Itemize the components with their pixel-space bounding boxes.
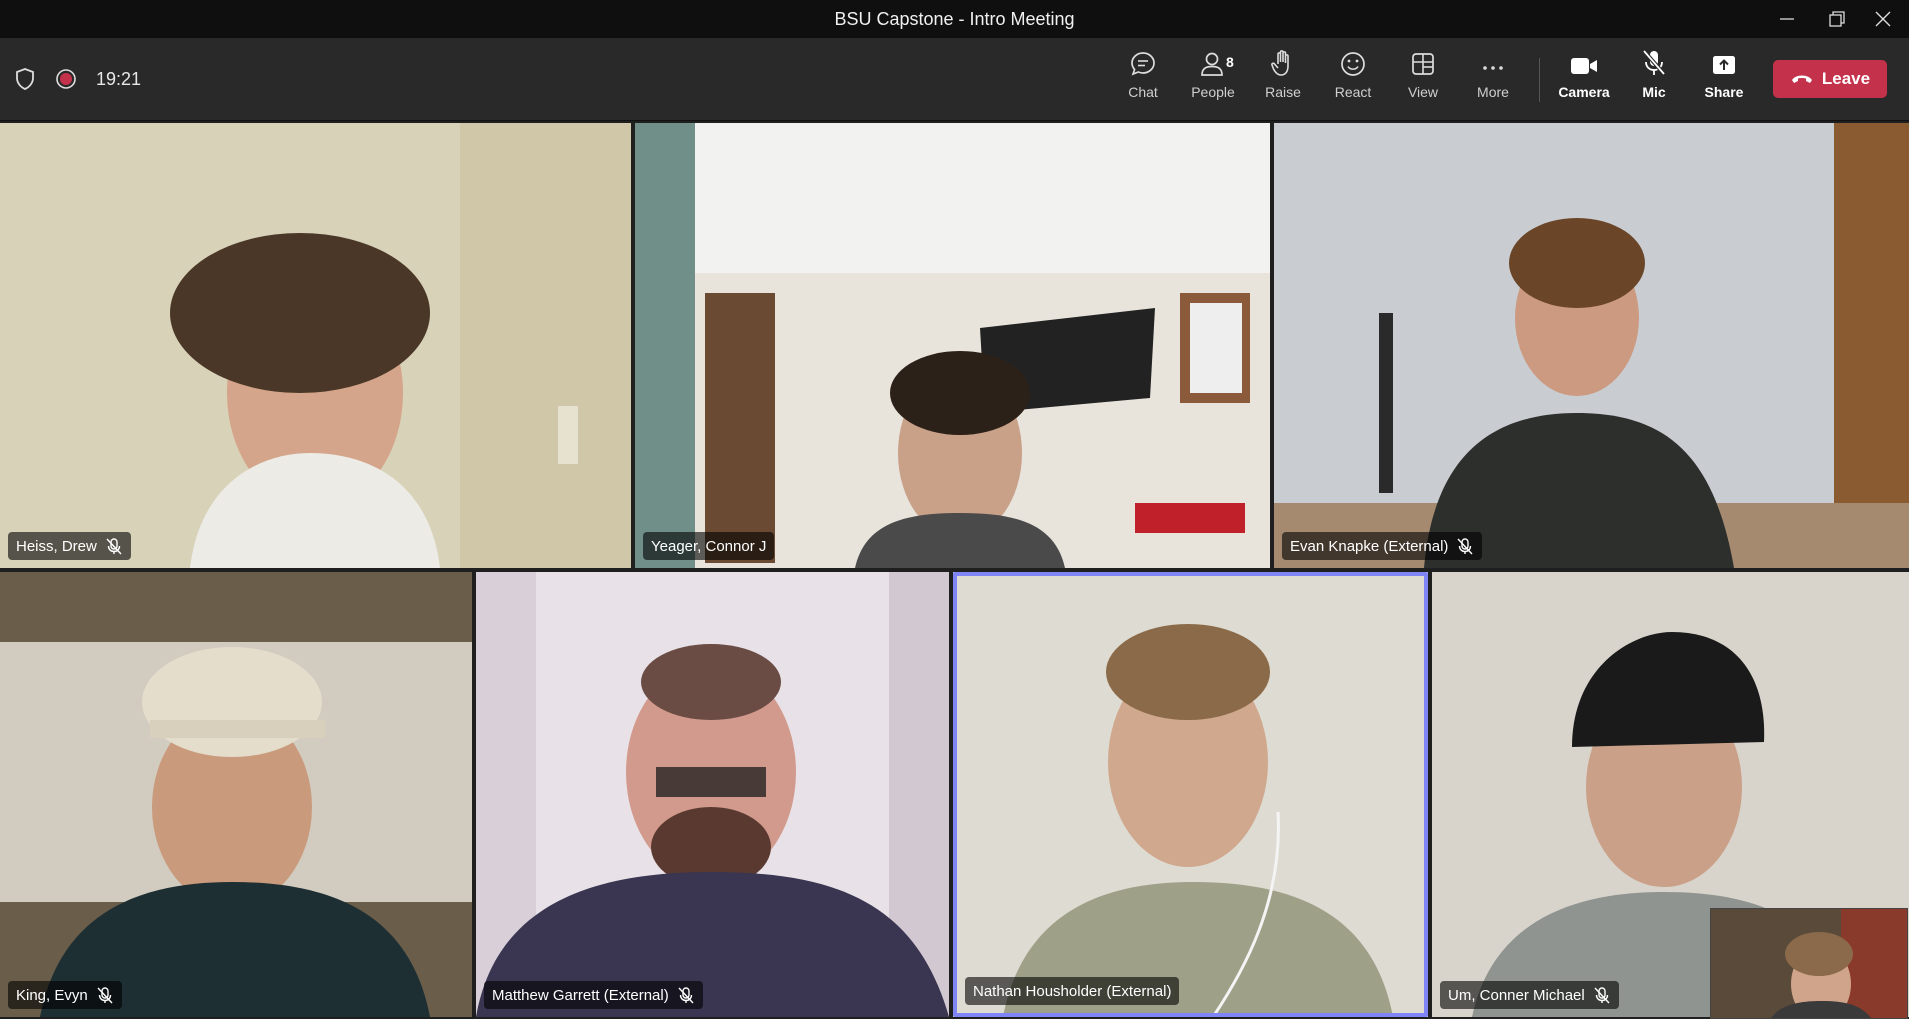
more-button[interactable]: More <box>1461 44 1525 114</box>
minimize-icon <box>1780 18 1794 20</box>
share-label: Share <box>1704 84 1744 100</box>
participant-nameplate: Heiss, Drew <box>8 532 131 560</box>
title-bar: BSU Capstone - Intro Meeting <box>0 0 1909 38</box>
participant-name: King, Evyn <box>16 986 88 1004</box>
restore-icon <box>1829 11 1845 27</box>
participant-nameplate: Nathan Housholder (External) <box>965 977 1180 1005</box>
shield-icon <box>16 68 34 90</box>
participant-video <box>476 572 949 1017</box>
participant-name: Matthew Garrett (External) <box>492 986 669 1004</box>
people-label: People <box>1191 84 1235 100</box>
mic-muted-icon <box>1457 538 1474 555</box>
self-view-video[interactable] <box>1710 908 1908 1019</box>
participant-video <box>635 123 1270 568</box>
meeting-toolbar: 19:21 Chat 8 People Raise React View Mor… <box>0 38 1909 121</box>
share-icon <box>1713 56 1735 74</box>
participant-name: Yeager, Connor J <box>651 537 767 555</box>
close-button[interactable] <box>1857 0 1909 38</box>
minimize-button[interactable] <box>1761 0 1813 38</box>
mic-muted-icon <box>1642 49 1666 76</box>
video-tile-nathan-housholder[interactable]: Nathan Housholder (External) <box>953 572 1428 1017</box>
people-button[interactable]: 8 People <box>1181 44 1245 114</box>
raise-hand-button[interactable]: Raise <box>1251 44 1315 114</box>
raise-hand-icon <box>1271 50 1289 76</box>
close-icon <box>1875 11 1891 27</box>
camera-button[interactable]: Camera <box>1552 44 1616 114</box>
mic-label: Mic <box>1642 84 1666 100</box>
mic-muted-icon <box>97 987 113 1004</box>
mic-muted-icon <box>678 987 694 1004</box>
participant-video <box>0 572 472 1017</box>
mic-button[interactable]: Mic <box>1622 44 1686 114</box>
restore-button[interactable] <box>1811 0 1863 38</box>
camera-label: Camera <box>1558 84 1610 100</box>
meeting-timer: 19:21 <box>96 68 142 89</box>
more-label: More <box>1477 84 1509 100</box>
react-button[interactable]: React <box>1321 44 1385 114</box>
video-tile-heiss-drew[interactable]: Heiss, Drew <box>0 123 631 568</box>
participant-nameplate: Yeager, Connor J <box>643 532 775 560</box>
self-view-image <box>1711 909 1907 1018</box>
participant-nameplate: Um, Conner Michael <box>1440 981 1619 1009</box>
participant-name: Um, Conner Michael <box>1448 986 1585 1004</box>
leave-label: Leave <box>1821 69 1871 88</box>
grid-view-icon <box>1412 53 1434 75</box>
participant-video <box>0 123 631 568</box>
participant-name: Heiss, Drew <box>16 537 97 555</box>
video-tile-evan-knapke[interactable]: Evan Knapke (External) <box>1274 123 1909 568</box>
participant-nameplate: Evan Knapke (External) <box>1282 532 1483 560</box>
view-button[interactable]: View <box>1391 44 1455 114</box>
view-label: View <box>1407 84 1439 100</box>
participant-name: Nathan Housholder (External) <box>973 982 1172 1000</box>
mic-muted-icon <box>106 538 122 555</box>
chat-button[interactable]: Chat <box>1111 44 1175 114</box>
mic-muted-icon <box>1594 987 1610 1004</box>
react-label: React <box>1334 84 1372 100</box>
participant-video <box>953 572 1428 1017</box>
people-icon <box>1201 52 1223 76</box>
camera-icon <box>1571 58 1597 74</box>
window-title: BSU Capstone - Intro Meeting <box>834 8 1075 29</box>
more-icon <box>1483 66 1503 70</box>
people-count: 8 <box>1226 54 1234 70</box>
video-tile-yeager-connor[interactable]: Yeager, Connor J <box>635 123 1270 568</box>
participant-nameplate: King, Evyn <box>8 981 122 1009</box>
participant-video <box>1274 123 1909 568</box>
smiley-icon <box>1341 52 1365 76</box>
leave-button[interactable]: Leave <box>1773 60 1887 98</box>
chat-icon <box>1131 52 1155 76</box>
toolbar-divider <box>1539 58 1540 102</box>
recording-icon <box>56 69 76 89</box>
share-button[interactable]: Share <box>1692 44 1756 114</box>
participant-name: Evan Knapke (External) <box>1290 537 1449 555</box>
video-tile-king-evyn[interactable]: King, Evyn <box>0 572 472 1017</box>
video-tile-matthew-garrett[interactable]: Matthew Garrett (External) <box>476 572 949 1017</box>
participant-nameplate: Matthew Garrett (External) <box>484 981 703 1009</box>
hang-up-icon <box>1791 75 1812 83</box>
raise-label: Raise <box>1265 84 1301 100</box>
chat-label: Chat <box>1128 84 1158 100</box>
